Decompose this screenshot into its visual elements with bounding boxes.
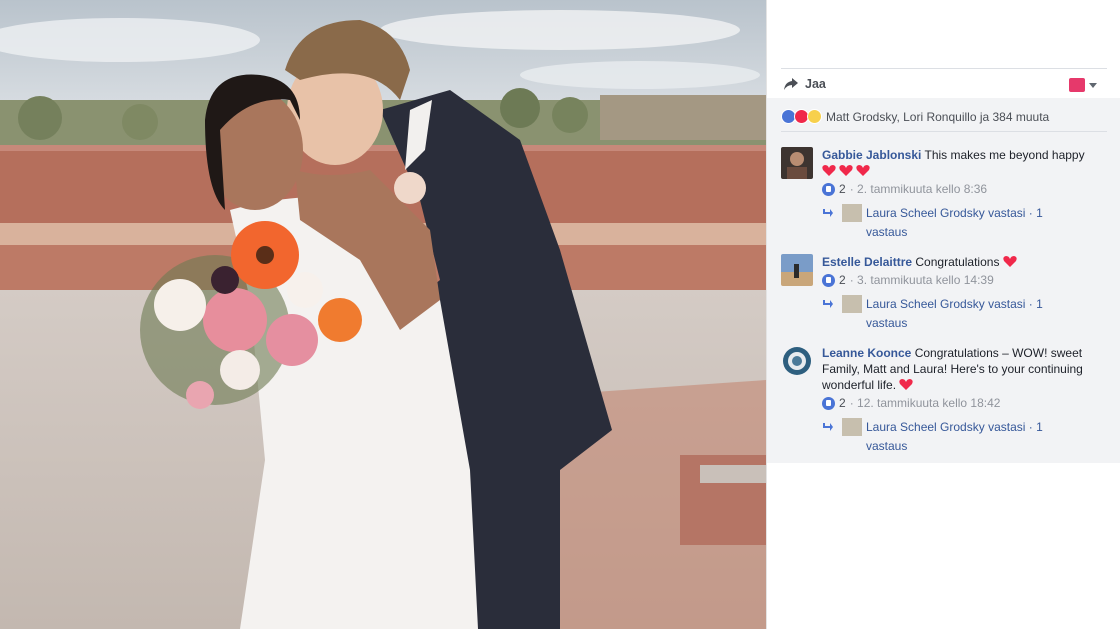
reply-arrow-icon [823, 300, 833, 308]
comments-panel: Jaa Matt Grodsky, Lori Ronquillo ja 384 … [766, 0, 1120, 629]
comment-item: Estelle Delaittre Congratulations 2 · 3.… [781, 254, 1107, 334]
comment-timestamp[interactable]: · 12. tammikuuta kello 18:42 [850, 396, 1001, 410]
comment-meta: 2 · 12. tammikuuta kello 18:42 [822, 396, 1000, 410]
share-bar: Jaa [781, 68, 1107, 98]
like-count[interactable]: 2 [839, 273, 846, 287]
reaction-names[interactable]: Matt Grodsky, Lori Ronquillo ja 384 muut… [826, 110, 1049, 124]
avatar [842, 295, 862, 313]
page-avatar-icon [1069, 78, 1085, 92]
wedding-photo[interactable] [0, 0, 766, 629]
avatar[interactable] [781, 254, 813, 286]
heart-icon [839, 165, 853, 176]
comment-meta: 2 · 2. tammikuuta kello 8:36 [822, 182, 987, 196]
like-icon [822, 273, 835, 287]
reply-arrow-icon [823, 209, 833, 217]
comment-author[interactable]: Leanne Koonce [822, 346, 911, 360]
reply-link[interactable]: Laura Scheel Grodsky vastasi · 1 vastaus [866, 418, 1081, 456]
reply-summary[interactable]: Laura Scheel Grodsky vastasi · 1 vastaus [822, 418, 1107, 454]
wedding-photo-illustration [0, 0, 766, 629]
comment-item: Leanne Koonce Congratulations – WOW! swe… [781, 345, 1107, 455]
reply-link[interactable]: Laura Scheel Grodsky vastasi · 1 vastaus [866, 204, 1081, 242]
comment-text: This makes me beyond happy [924, 148, 1085, 162]
reply-link[interactable]: Laura Scheel Grodsky vastasi · 1 vastaus [866, 295, 1081, 333]
comments-section: Matt Grodsky, Lori Ronquillo ja 384 muut… [767, 98, 1120, 463]
share-button[interactable]: Jaa [805, 77, 826, 91]
comment-body: Leanne Koonce Congratulations – WOW! swe… [822, 345, 1107, 393]
heart-icon [899, 379, 914, 390]
comment-timestamp[interactable]: · 2. tammikuuta kello 8:36 [850, 182, 987, 196]
share-arrow-icon[interactable] [783, 77, 799, 91]
reply-arrow-icon [823, 423, 833, 431]
comment-timestamp[interactable]: · 3. tammikuuta kello 14:39 [850, 273, 994, 287]
avatar [842, 204, 862, 222]
heart-icon [1003, 256, 1017, 267]
like-count[interactable]: 2 [839, 396, 846, 410]
comment-item: Gabbie Jablonski This makes me beyond ha… [781, 147, 1107, 240]
post-header-area [767, 0, 1120, 68]
reaction-summary[interactable]: Matt Grodsky, Lori Ronquillo ja 384 muut… [781, 108, 1107, 132]
comment-meta: 2 · 3. tammikuuta kello 14:39 [822, 273, 994, 287]
like-icon [822, 396, 835, 410]
reply-summary[interactable]: Laura Scheel Grodsky vastasi · 1 vastaus [822, 204, 1107, 240]
heart-icon [822, 165, 836, 176]
reply-summary[interactable]: Laura Scheel Grodsky vastasi · 1 vastaus [822, 295, 1107, 331]
heart-icon [856, 165, 870, 176]
like-count[interactable]: 2 [839, 182, 846, 196]
avatar [842, 418, 862, 436]
comment-body: Gabbie Jablonski This makes me beyond ha… [822, 147, 1107, 179]
like-icon [822, 182, 835, 196]
avatar[interactable] [781, 147, 813, 179]
comment-text: Congratulations [915, 255, 1000, 269]
heart-emojis [822, 163, 873, 179]
chevron-down-icon [1089, 82, 1097, 88]
comment-author[interactable]: Gabbie Jablonski [822, 148, 921, 162]
avatar[interactable] [781, 345, 813, 377]
wow-icon [807, 109, 822, 124]
page-selector[interactable] [1069, 78, 1097, 92]
comment-author[interactable]: Estelle Delaittre [822, 255, 912, 269]
comment-body: Estelle Delaittre Congratulations [822, 254, 1107, 270]
post-viewer: Jaa Matt Grodsky, Lori Ronquillo ja 384 … [0, 0, 1120, 629]
